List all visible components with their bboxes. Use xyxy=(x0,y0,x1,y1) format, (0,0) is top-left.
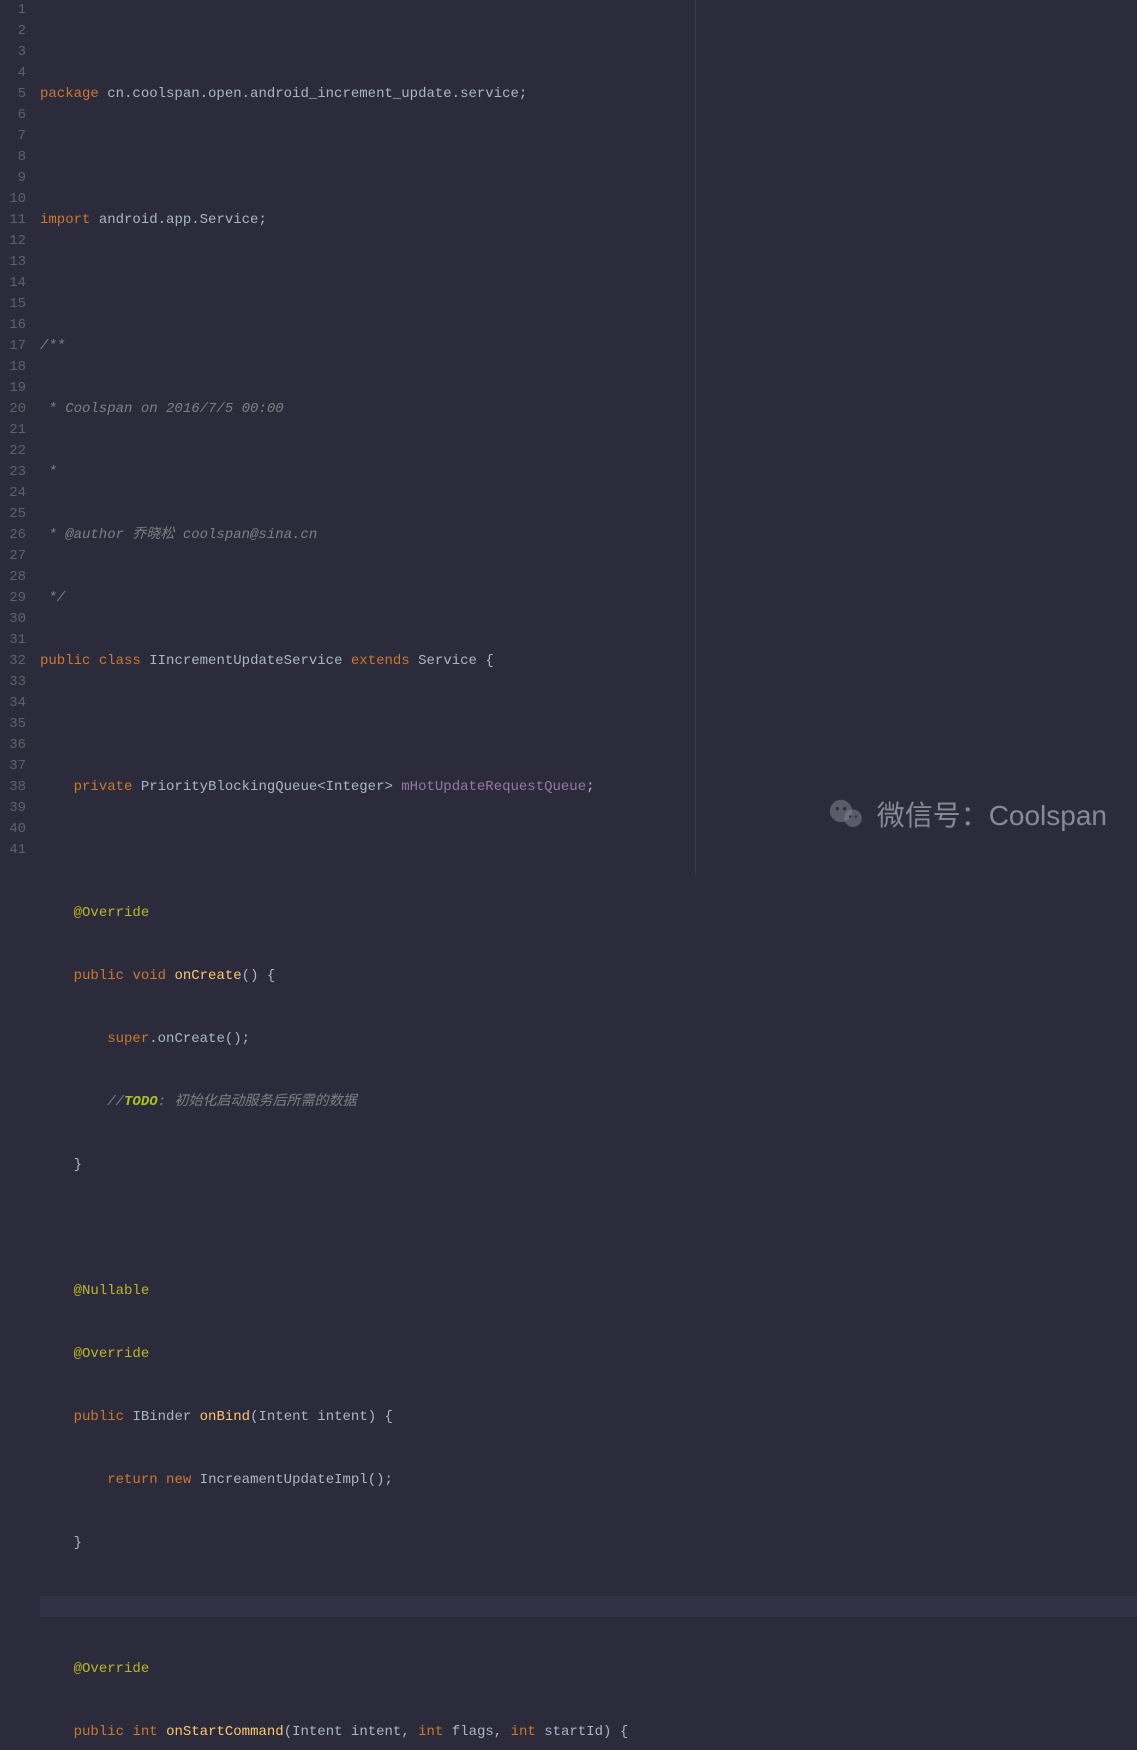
code-line[interactable]: private PriorityBlockingQueue<Integer> m… xyxy=(40,777,1137,798)
line-number: 7 xyxy=(0,126,26,147)
line-number: 20 xyxy=(0,399,26,420)
line-number: 36 xyxy=(0,735,26,756)
line-number: 8 xyxy=(0,147,26,168)
line-number: 13 xyxy=(0,252,26,273)
code-editor[interactable]: 1 2 3 4 5 6 7 8 9 10 11 12 13 14 15 16 1… xyxy=(0,0,1137,875)
code-area[interactable]: package cn.coolspan.open.android_increme… xyxy=(34,0,1137,875)
line-number: 41 xyxy=(0,840,26,861)
code-line[interactable]: @Override xyxy=(40,1344,1137,1365)
line-number: 19 xyxy=(0,378,26,399)
line-number: 40 xyxy=(0,819,26,840)
line-number-gutter: 1 2 3 4 5 6 7 8 9 10 11 12 13 14 15 16 1… xyxy=(0,0,34,875)
code-line[interactable]: import android.app.Service; xyxy=(40,210,1137,231)
line-number: 33 xyxy=(0,672,26,693)
line-number: 28 xyxy=(0,567,26,588)
line-number: 35 xyxy=(0,714,26,735)
line-number: 9 xyxy=(0,168,26,189)
code-line[interactable]: public int onStartCommand(Intent intent,… xyxy=(40,1722,1137,1743)
line-number: 16 xyxy=(0,315,26,336)
line-number: 37 xyxy=(0,756,26,777)
line-number: 18 xyxy=(0,357,26,378)
line-number: 2 xyxy=(0,21,26,42)
line-number: 24 xyxy=(0,483,26,504)
line-number: 15 xyxy=(0,294,26,315)
code-line[interactable]: public class IIncrementUpdateService ext… xyxy=(40,651,1137,672)
line-number: 12 xyxy=(0,231,26,252)
line-number: 32 xyxy=(0,651,26,672)
line-number: 3 xyxy=(0,42,26,63)
code-line[interactable]: return new IncreamentUpdateImpl(); xyxy=(40,1470,1137,1491)
line-number: 26 xyxy=(0,525,26,546)
line-number: 31 xyxy=(0,630,26,651)
code-line[interactable]: @Override xyxy=(40,903,1137,924)
code-line[interactable]: @Override xyxy=(40,1659,1137,1680)
line-number: 38 xyxy=(0,777,26,798)
code-line[interactable]: public void onCreate() { xyxy=(40,966,1137,987)
code-line[interactable] xyxy=(40,273,1137,294)
line-number: 4 xyxy=(0,63,26,84)
line-number: 10 xyxy=(0,189,26,210)
line-number: 5 xyxy=(0,84,26,105)
code-line[interactable]: /** xyxy=(40,336,1137,357)
line-number: 27 xyxy=(0,546,26,567)
line-number: 1 xyxy=(0,0,26,21)
code-line[interactable] xyxy=(40,1218,1137,1239)
line-number: 14 xyxy=(0,273,26,294)
code-line[interactable]: } xyxy=(40,1155,1137,1176)
code-line[interactable]: * xyxy=(40,462,1137,483)
line-number: 6 xyxy=(0,105,26,126)
line-number: 22 xyxy=(0,441,26,462)
code-line[interactable]: } xyxy=(40,1533,1137,1554)
line-number: 39 xyxy=(0,798,26,819)
code-line[interactable]: * Coolspan on 2016/7/5 00:00 xyxy=(40,399,1137,420)
code-line[interactable]: super.onCreate(); xyxy=(40,1029,1137,1050)
code-line[interactable]: //TODO: 初始化启动服务后所需的数据 xyxy=(40,1092,1137,1113)
line-number: 21 xyxy=(0,420,26,441)
code-line[interactable]: */ xyxy=(40,588,1137,609)
line-number: 29 xyxy=(0,588,26,609)
code-line[interactable] xyxy=(40,147,1137,168)
code-line[interactable]: package cn.coolspan.open.android_increme… xyxy=(40,84,1137,105)
code-line[interactable]: public IBinder onBind(Intent intent) { xyxy=(40,1407,1137,1428)
line-number: 23 xyxy=(0,462,26,483)
line-number: 34 xyxy=(0,693,26,714)
code-line[interactable] xyxy=(40,714,1137,735)
line-number: 25 xyxy=(0,504,26,525)
code-line[interactable]: * @author 乔晓松 coolspan@sina.cn xyxy=(40,525,1137,546)
right-margin-guide xyxy=(695,0,696,875)
code-line-current[interactable] xyxy=(40,1596,1137,1617)
code-line[interactable] xyxy=(40,840,1137,861)
code-line[interactable]: @Nullable xyxy=(40,1281,1137,1302)
line-number: 30 xyxy=(0,609,26,630)
line-number: 17 xyxy=(0,336,26,357)
line-number: 11 xyxy=(0,210,26,231)
